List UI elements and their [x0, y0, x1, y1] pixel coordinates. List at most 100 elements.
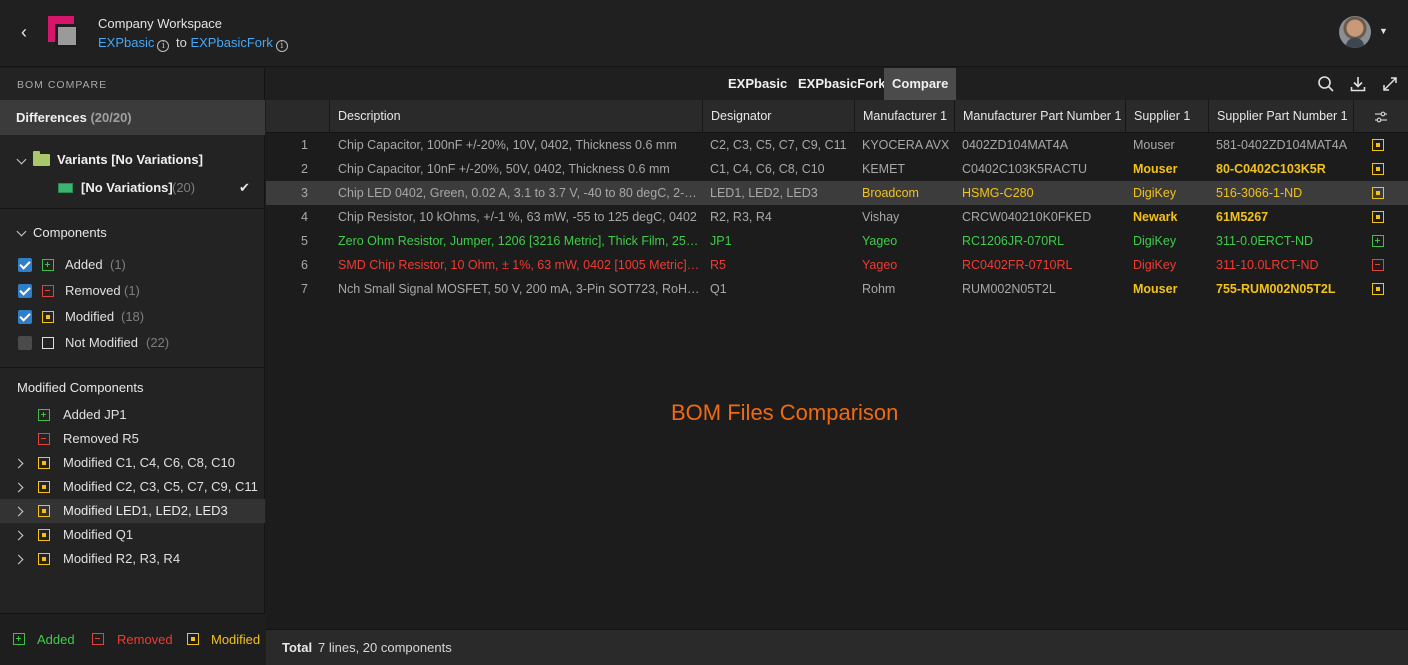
- cell-description: Chip Resistor, 10 kOhms, +/-1 %, 63 mW, …: [338, 210, 697, 224]
- cell-description: Chip LED 0402, Green, 0.02 A, 3.1 to 3.7…: [338, 186, 700, 200]
- variant-chip-icon: [58, 183, 73, 193]
- app-header: ‹ Company Workspace EXPbasic i to EXPbasi…: [0, 0, 1408, 67]
- chevron-down-icon[interactable]: [16, 154, 27, 165]
- cell-manufacturer: Broadcom: [862, 186, 919, 200]
- components-label[interactable]: Components: [33, 225, 107, 240]
- cell-supplier: DigiKey: [1133, 186, 1177, 200]
- removed-icon: [92, 633, 104, 645]
- cell-spn: 581-0402ZD104MAT4A: [1216, 138, 1348, 152]
- row-number: 2: [301, 162, 308, 176]
- modified-checkbox[interactable]: [18, 310, 32, 324]
- bom-table-header: Description Designator Manufacturer 1 Ma…: [266, 100, 1408, 133]
- removed-filter-label: Removed: [65, 283, 121, 298]
- modified-list-item[interactable]: Removed R5: [63, 431, 139, 446]
- modified-icon: [38, 481, 50, 493]
- tab-compare[interactable]: Compare: [884, 68, 957, 100]
- modified-list-item[interactable]: Added JP1: [63, 407, 127, 422]
- column-header-mpn[interactable]: Manufacturer Part Number 1: [954, 100, 1125, 133]
- cell-spn: 311-0.0ERCT-ND: [1216, 234, 1314, 248]
- modified-icon: [187, 633, 199, 645]
- to-project-link[interactable]: EXPbasicFork: [190, 35, 272, 50]
- cell-spn: 516-3066-1-ND: [1216, 186, 1303, 200]
- cell-supplier: Mouser: [1133, 162, 1178, 176]
- tab-expbasicfork[interactable]: EXPbasicFork: [790, 68, 893, 100]
- bom-compare-sidebar: BOM COMPARE Differences (20/20) Variants…: [0, 68, 265, 665]
- modified-icon: [38, 457, 50, 469]
- from-project-link[interactable]: EXPbasic: [98, 35, 154, 50]
- modified-list-item[interactable]: Modified C1, C4, C6, C8, C10: [63, 455, 235, 470]
- chevron-right-icon[interactable]: [13, 554, 24, 565]
- column-header-description[interactable]: Description: [329, 100, 702, 133]
- table-row-selected[interactable]: 3 Chip LED 0402, Green, 0.02 A, 3.1 to 3…: [266, 181, 1408, 205]
- variants-label[interactable]: Variants [No Variations]: [57, 152, 203, 167]
- removed-icon: [42, 285, 54, 297]
- total-value: 7 lines, 20 components: [318, 640, 452, 655]
- variant-item-count: (20): [172, 180, 196, 195]
- column-settings[interactable]: [1353, 100, 1408, 133]
- chevron-right-icon[interactable]: [13, 530, 24, 541]
- column-header-designator[interactable]: Designator: [702, 100, 854, 133]
- not-modified-filter-count: (22): [146, 335, 170, 350]
- table-row[interactable]: 6 SMD Chip Resistor, 10 Ohm, ± 1%, 63 mW…: [266, 253, 1408, 277]
- info-icon[interactable]: i: [157, 40, 170, 52]
- cell-supplier: DigiKey: [1133, 258, 1177, 272]
- total-label: Total: [282, 640, 313, 655]
- added-status-icon: [1372, 235, 1384, 247]
- row-number: 4: [301, 210, 308, 224]
- not-modified-checkbox[interactable]: [18, 336, 32, 350]
- info-icon[interactable]: i: [275, 40, 288, 52]
- modified-status-icon: [1372, 187, 1384, 199]
- table-row[interactable]: 2 Chip Capacitor, 10nF +/-20%, 50V, 0402…: [266, 157, 1408, 181]
- modified-icon: [38, 553, 50, 565]
- chevron-down-icon[interactable]: [16, 226, 27, 237]
- removed-status-icon: [1372, 259, 1384, 271]
- differences-label: Differences: [16, 110, 87, 125]
- differences-header[interactable]: Differences (20/20): [0, 100, 265, 135]
- download-icon[interactable]: [1349, 75, 1367, 93]
- column-header-spn[interactable]: Supplier Part Number 1: [1208, 100, 1353, 133]
- modified-filter-label: Modified: [65, 309, 115, 324]
- project-compare-subtitle: EXPbasic i to EXPbasicFork i: [98, 35, 291, 52]
- tab-expbasic[interactable]: EXPbasic: [720, 68, 795, 100]
- caret-down-icon[interactable]: ▼: [1379, 26, 1388, 36]
- compare-toolbar: EXPbasic EXPbasicFork Compare: [266, 68, 1408, 100]
- table-row[interactable]: 7 Nch Small Signal MOSFET, 50 V, 200 mA,…: [266, 277, 1408, 301]
- modified-icon: [42, 311, 54, 323]
- user-avatar[interactable]: [1339, 16, 1371, 48]
- modified-list-item[interactable]: Modified C2, C3, C5, C7, C9, C11: [63, 479, 258, 494]
- back-arrow-icon[interactable]: ‹: [14, 22, 34, 42]
- column-header-supplier[interactable]: Supplier 1: [1125, 100, 1208, 133]
- sliders-icon[interactable]: [1374, 111, 1388, 123]
- compare-panel: EXPbasic EXPbasicFork Compare Descriptio…: [266, 68, 1408, 665]
- search-icon[interactable]: [1317, 75, 1335, 93]
- column-header-manufacturer[interactable]: Manufacturer 1: [854, 100, 954, 133]
- modified-list-item[interactable]: Modified R2, R3, R4: [63, 551, 180, 566]
- cell-description: Zero Ohm Resistor, Jumper, 1206 [3216 Me…: [338, 234, 700, 248]
- workspace-name: Company Workspace: [98, 16, 223, 31]
- expand-icon[interactable]: [1381, 75, 1399, 93]
- variant-item-label[interactable]: [No Variations]: [81, 180, 173, 195]
- cell-description: SMD Chip Resistor, 10 Ohm, ± 1%, 63 mW, …: [338, 258, 700, 272]
- legend-modified: Modified: [211, 632, 261, 647]
- added-filter-label: Added: [65, 257, 103, 272]
- cell-mpn: HSMG-C280: [962, 186, 1034, 200]
- table-row[interactable]: 5 Zero Ohm Resistor, Jumper, 1206 [3216 …: [266, 229, 1408, 253]
- modified-list-item[interactable]: Modified Q1: [63, 527, 133, 542]
- cell-mpn: RUM002N05T2L: [962, 282, 1056, 296]
- cell-manufacturer: Yageo: [862, 258, 898, 272]
- folder-icon: [33, 151, 50, 166]
- added-checkbox[interactable]: [18, 258, 32, 272]
- cell-mpn: RC1206JR-070RL: [962, 234, 1065, 248]
- modified-status-icon: [1372, 211, 1384, 223]
- cell-mpn: RC0402FR-0710RL: [962, 258, 1073, 272]
- row-number: 6: [301, 258, 308, 272]
- cell-supplier: Mouser: [1133, 282, 1178, 296]
- chevron-right-icon[interactable]: [13, 482, 24, 493]
- table-row[interactable]: 4 Chip Resistor, 10 kOhms, +/-1 %, 63 mW…: [266, 205, 1408, 229]
- table-row[interactable]: 1 Chip Capacitor, 100nF +/-20%, 10V, 040…: [266, 133, 1408, 157]
- removed-checkbox[interactable]: [18, 284, 32, 298]
- table-footer: Total 7 lines, 20 components: [266, 629, 1408, 665]
- cell-spn: 755-RUM002N05T2L: [1216, 282, 1336, 296]
- modified-list-item[interactable]: Modified LED1, LED2, LED3: [63, 503, 228, 518]
- chevron-right-icon[interactable]: [13, 458, 24, 469]
